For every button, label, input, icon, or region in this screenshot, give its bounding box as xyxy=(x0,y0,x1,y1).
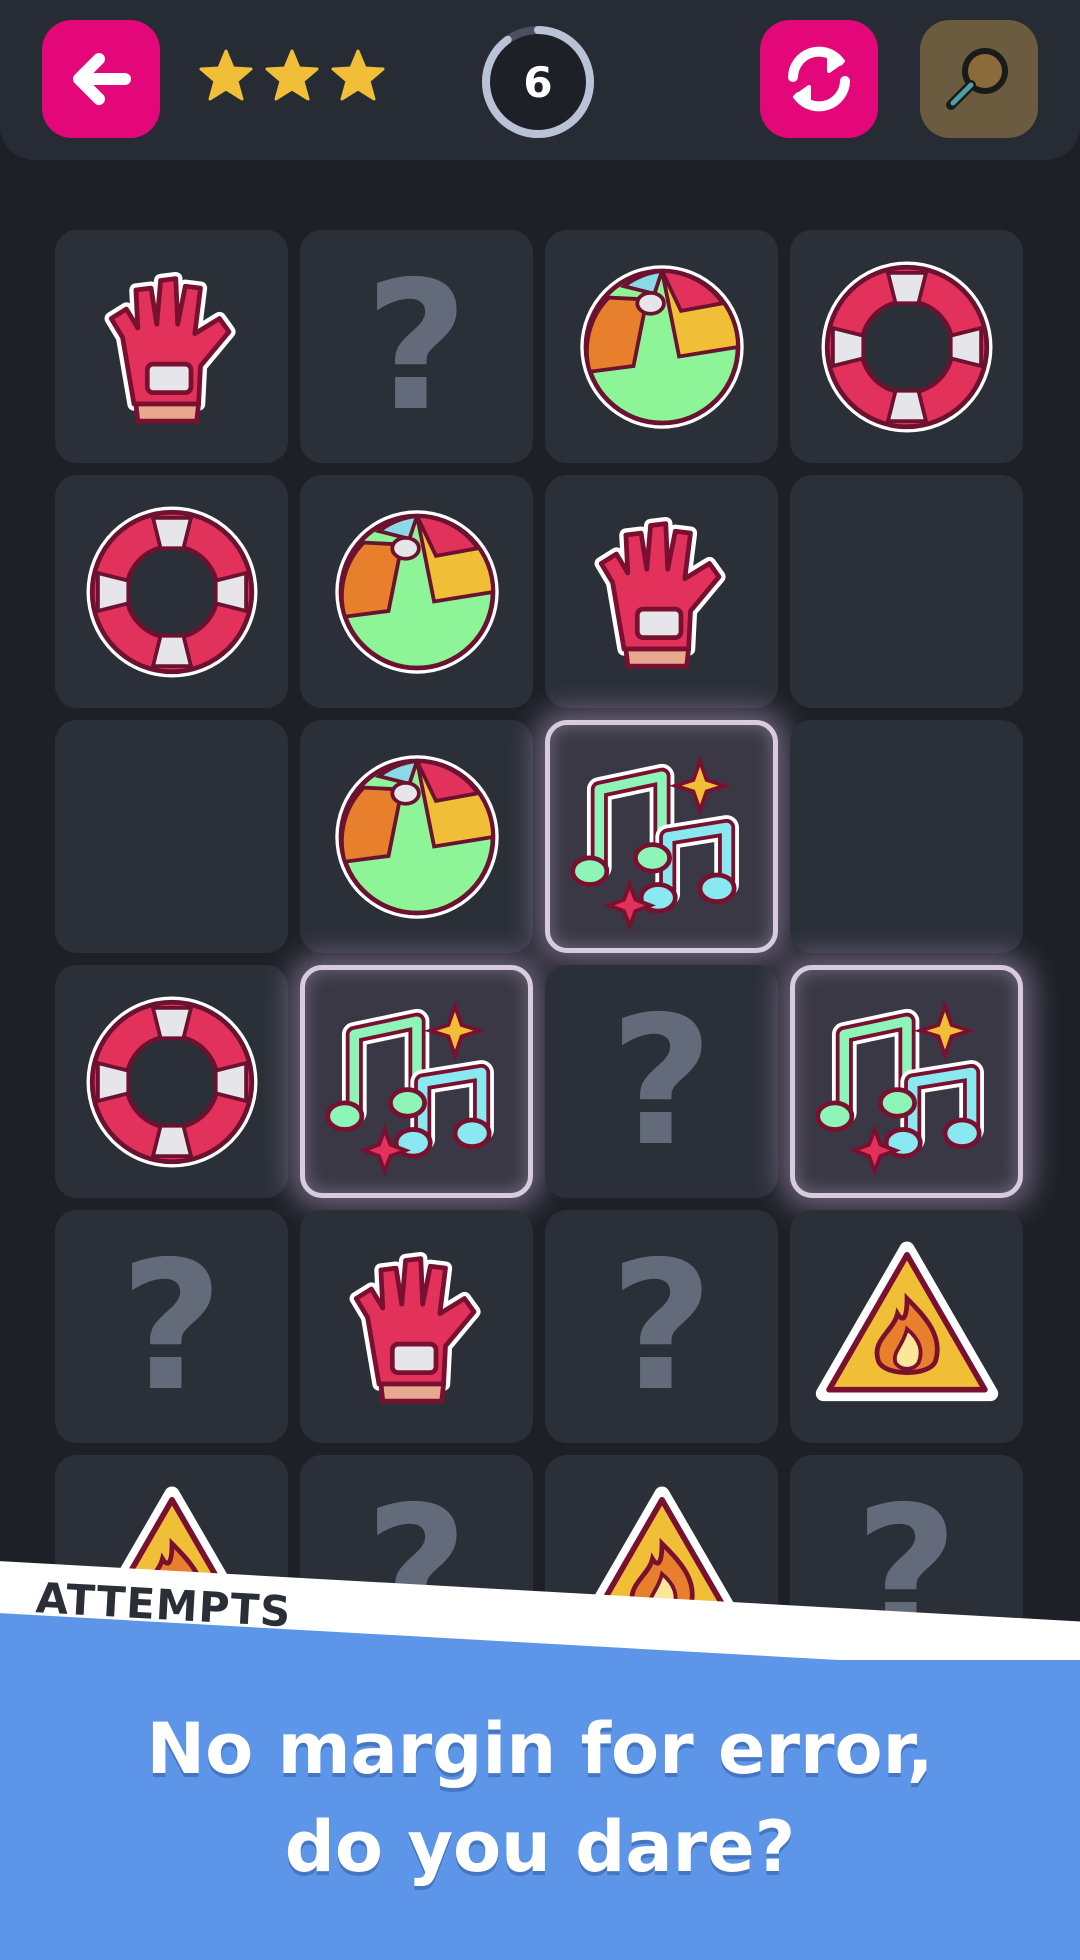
lifebuoy-icon xyxy=(77,987,267,1177)
card-tile[interactable] xyxy=(545,720,778,953)
star-rating xyxy=(198,48,386,104)
card-tile[interactable] xyxy=(300,475,533,708)
top-bar: 6 xyxy=(0,0,1080,160)
hidden-card-mark: ? xyxy=(119,1222,224,1430)
glove-icon xyxy=(567,497,757,687)
hidden-card-mark: ? xyxy=(609,1222,714,1430)
card-tile[interactable] xyxy=(545,230,778,463)
star-icon xyxy=(331,49,385,101)
glove-icon xyxy=(322,1232,512,1422)
music-notes-icon xyxy=(812,987,1002,1177)
star-icon xyxy=(265,49,319,101)
fire-warning-icon xyxy=(812,1232,1002,1422)
card-tile[interactable] xyxy=(55,230,288,463)
empty-card-tile[interactable] xyxy=(790,720,1023,953)
beach-ball-icon xyxy=(322,742,512,932)
lifebuoy-icon xyxy=(812,252,1002,442)
moves-counter: 6 xyxy=(478,22,598,142)
card-tile[interactable] xyxy=(545,475,778,708)
hidden-card-mark: ? xyxy=(609,977,714,1185)
lifebuoy-icon xyxy=(77,497,267,687)
reload-button[interactable] xyxy=(760,20,878,138)
card-tile[interactable] xyxy=(55,475,288,708)
card-tile[interactable] xyxy=(790,1210,1023,1443)
music-notes-icon xyxy=(567,742,757,932)
card-tile[interactable] xyxy=(790,230,1023,463)
card-tile[interactable]: ? xyxy=(300,230,533,463)
empty-card-tile[interactable] xyxy=(55,720,288,953)
card-tile[interactable]: ? xyxy=(55,1210,288,1443)
card-tile[interactable]: ? xyxy=(545,1210,778,1443)
hidden-card-mark: ? xyxy=(364,242,469,450)
card-tile[interactable]: ? xyxy=(545,965,778,1198)
beach-ball-icon xyxy=(322,497,512,687)
glove-icon xyxy=(77,252,267,442)
back-button[interactable] xyxy=(42,20,160,138)
beach-ball-icon xyxy=(567,252,757,442)
counter-value: 6 xyxy=(523,57,553,107)
card-tile[interactable] xyxy=(300,965,533,1198)
card-tile[interactable] xyxy=(55,965,288,1198)
hint-button[interactable] xyxy=(920,20,1038,138)
star-icon xyxy=(199,49,253,101)
empty-card-tile[interactable] xyxy=(790,475,1023,708)
arrow-left-icon xyxy=(73,53,131,105)
reload-icon xyxy=(788,46,850,112)
tagline: No margin for error, do you dare? xyxy=(0,1700,1080,1896)
card-tile[interactable] xyxy=(300,720,533,953)
card-tile[interactable] xyxy=(300,1210,533,1443)
card-tile[interactable] xyxy=(790,965,1023,1198)
music-notes-icon xyxy=(322,987,512,1177)
magnifier-icon xyxy=(946,48,1008,110)
tagline-line-2: do you dare? xyxy=(284,1806,796,1888)
tagline-line-1: No margin for error, xyxy=(146,1708,934,1790)
